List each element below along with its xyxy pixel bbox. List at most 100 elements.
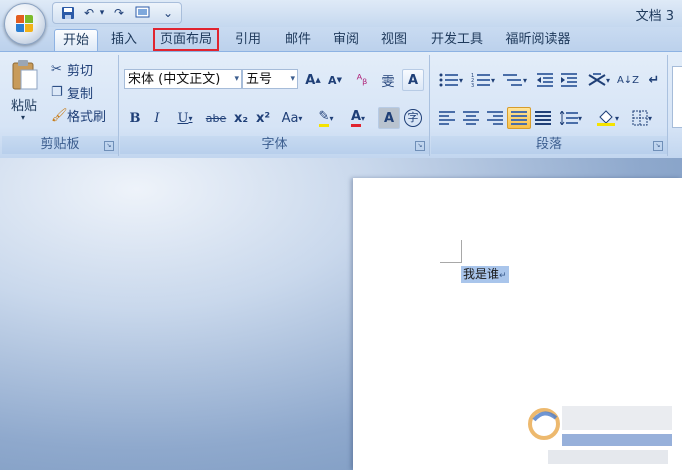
chinese-layout-icon (588, 73, 606, 86)
margin-mark (440, 262, 462, 263)
ribbon-tab-row: 开始 插入 页面布局 引用 邮件 审阅 视图 开发工具 福昕阅读器 (0, 27, 682, 51)
bullets-button[interactable]: ▾ (435, 69, 467, 91)
clipboard-dialog-launcher-icon[interactable]: ↘ (104, 141, 114, 151)
tab-home[interactable]: 开始 (54, 29, 98, 51)
paste-dropdown-icon: ▾ (21, 113, 26, 122)
shrink-font-icon: A (328, 73, 337, 87)
line-spacing-button[interactable]: ▾ (555, 107, 587, 129)
font-name-value: 宋体 (中文正文) (128, 72, 221, 87)
save-icon[interactable] (59, 4, 77, 21)
multilevel-list-button[interactable]: ▾ (499, 69, 531, 91)
tab-mailings[interactable]: 邮件 (278, 29, 318, 50)
format-painter-label: 格式刷 (67, 109, 107, 125)
sort-button[interactable]: A↓Z (615, 69, 641, 91)
align-left-button[interactable] (435, 107, 459, 129)
character-shading-icon: A (383, 110, 395, 126)
tab-review[interactable]: 审阅 (326, 29, 366, 50)
distributed-button[interactable] (531, 107, 555, 129)
clear-formatting-button[interactable]: ᴬᵦ (350, 69, 374, 91)
font-color-button[interactable]: A ▾ (342, 107, 374, 129)
font-size-dropdown-icon[interactable]: ▾ (290, 70, 295, 89)
align-center-icon (463, 111, 479, 125)
undo-icon[interactable]: ↶ (81, 4, 97, 21)
enclose-characters-button[interactable]: 字 (402, 107, 424, 129)
font-color-icon: A (350, 109, 362, 127)
redo-icon[interactable]: ↷ (111, 4, 127, 21)
increase-indent-icon (561, 73, 577, 87)
clipboard-group-label: 剪贴板 (2, 136, 118, 154)
paragraph-mark-icon: ↵ (499, 271, 507, 281)
underline-button[interactable]: U ▾ (170, 107, 200, 129)
paste-button[interactable]: 粘贴 ▾ (7, 59, 43, 131)
watermark-logo (528, 398, 678, 466)
enclose-characters-icon: 字 (404, 109, 422, 127)
show-marks-button[interactable]: ↵ (643, 69, 665, 91)
phonetic-guide-icon: 雯 (381, 74, 395, 90)
align-center-button[interactable] (459, 107, 483, 129)
character-shading-button[interactable]: A (378, 107, 400, 129)
format-painter-icon: 🖌 (51, 107, 68, 123)
highlighter-icon: ✎ (318, 109, 330, 127)
decrease-indent-icon (537, 73, 553, 87)
office-button[interactable] (4, 3, 46, 45)
cut-label: 剪切 (67, 63, 94, 79)
grow-font-button[interactable]: A ▲ (302, 69, 324, 91)
justify-button[interactable] (507, 107, 531, 129)
tab-foxit-reader[interactable]: 福昕阅读器 (498, 29, 578, 50)
strikethrough-button[interactable]: abe (202, 107, 230, 129)
paint-bucket-icon (596, 110, 615, 126)
copy-button[interactable]: ❐ 复制 (50, 81, 112, 103)
window-title: 文档 3 (635, 9, 674, 24)
font-name-dropdown-icon[interactable]: ▾ (234, 70, 239, 89)
paste-icon (12, 60, 38, 90)
phonetic-guide-button[interactable]: 雯 (376, 69, 400, 91)
print-preview-icon[interactable] (133, 4, 151, 21)
tab-insert[interactable]: 插入 (104, 29, 144, 50)
document-text-selected[interactable]: 我是谁↵ (461, 266, 509, 283)
customize-qat-icon[interactable]: ⌄ (161, 4, 175, 21)
underline-icon: U (177, 110, 189, 126)
line-spacing-icon (559, 111, 578, 125)
font-size-value: 五号 (246, 72, 273, 87)
subscript-icon: x₂ (233, 110, 249, 126)
copy-icon: ❐ (51, 84, 63, 100)
format-painter-button[interactable]: 🖌 格式刷 (50, 104, 118, 126)
decrease-indent-button[interactable] (533, 69, 557, 91)
styles-gallery[interactable] (672, 66, 682, 128)
tab-view[interactable]: 视图 (374, 29, 414, 50)
shrink-font-button[interactable]: A ▼ (324, 69, 346, 91)
subscript-button[interactable]: x₂ (230, 107, 252, 129)
text-highlight-button[interactable]: ✎ ▾ (310, 107, 342, 129)
bullets-icon (439, 73, 458, 87)
bold-button[interactable]: B (124, 107, 146, 129)
svg-text:3: 3 (471, 83, 474, 87)
numbering-button[interactable]: 1 2 3 ▾ (467, 69, 499, 91)
borders-button[interactable]: ▾ (625, 107, 659, 129)
font-dialog-launcher-icon[interactable]: ↘ (415, 141, 425, 151)
chinese-layout-button[interactable]: ▾ (583, 69, 615, 91)
office-logo-icon (16, 15, 34, 33)
align-right-icon (487, 111, 503, 125)
tab-developer[interactable]: 开发工具 (424, 29, 490, 50)
font-name-combo[interactable]: 宋体 (中文正文) ▾ (124, 69, 242, 89)
scissors-icon: ✂ (51, 61, 62, 77)
tab-page-layout[interactable]: 页面布局 (153, 28, 219, 51)
font-size-combo[interactable]: 五号 ▾ (242, 69, 298, 89)
character-border-button[interactable]: A (402, 69, 424, 91)
multilevel-list-icon (502, 74, 522, 86)
superscript-button[interactable]: x² (252, 107, 274, 129)
undo-dropdown-icon[interactable]: ▾ (97, 4, 107, 21)
increase-indent-button[interactable] (557, 69, 581, 91)
paragraph-dialog-launcher-icon[interactable]: ↘ (653, 141, 663, 151)
change-case-button[interactable]: Aa ▾ (276, 107, 308, 129)
shading-button[interactable]: ▾ (591, 107, 625, 129)
cut-button[interactable]: ✂ 剪切 (50, 58, 112, 80)
distributed-icon (535, 111, 551, 125)
align-right-button[interactable] (483, 107, 507, 129)
tab-references[interactable]: 引用 (228, 29, 268, 50)
sort-icon: A↓Z (616, 74, 640, 86)
clipboard-group: 粘贴 ▾ ✂ 剪切 ❐ 复制 🖌 格式刷 剪贴板 ↘ (2, 55, 119, 156)
ribbon: 粘贴 ▾ ✂ 剪切 ❐ 复制 🖌 格式刷 剪贴板 ↘ 宋体 (中文正文) ▾ 五… (0, 51, 682, 159)
italic-button[interactable]: I (146, 107, 168, 129)
borders-icon (632, 110, 648, 126)
